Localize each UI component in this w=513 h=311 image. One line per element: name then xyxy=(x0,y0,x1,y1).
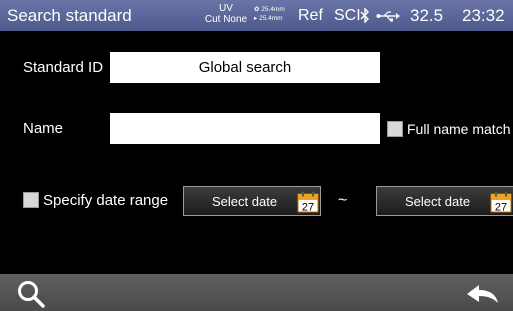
page-title: Search standard xyxy=(7,6,132,25)
standard-id-label: Standard ID xyxy=(23,59,104,76)
full-name-match-checkbox[interactable] xyxy=(387,121,403,137)
start-date-button[interactable]: Select date 27 xyxy=(183,186,321,216)
specify-date-range-checkbox[interactable] xyxy=(23,192,39,208)
aperture-indicator: ✿ 25.4mm ▸ 25.4mm xyxy=(254,5,285,23)
cut-label: Cut None xyxy=(204,14,248,25)
bluetooth-icon xyxy=(360,8,369,23)
date-range-separator: ~ xyxy=(338,192,348,209)
usb-icon xyxy=(376,11,400,22)
specify-date-range-label: Specify date range xyxy=(43,192,169,209)
uv-indicator: UV Cut None xyxy=(203,3,249,25)
aperture-bottom-value: 25.4mm xyxy=(259,15,283,22)
standard-id-input[interactable]: Global search xyxy=(110,52,380,83)
standard-id-value: Global search xyxy=(198,59,292,76)
calendar-day: 27 xyxy=(495,202,507,214)
search-icon[interactable] xyxy=(15,280,49,308)
full-name-match-label: Full name match xyxy=(407,121,511,137)
end-date-button[interactable]: Select date 27 xyxy=(376,186,513,216)
calendar-icon: 27 xyxy=(490,191,512,213)
status-bar: Search standard UV Cut None ✿ 25.4mm ▸ 2… xyxy=(0,0,513,31)
bottom-toolbar xyxy=(0,274,513,311)
clock: 23:32 xyxy=(462,6,505,25)
temperature-readout: 32.5 xyxy=(410,6,444,25)
aperture-icon: ✿ xyxy=(254,6,260,13)
uv-label: UV xyxy=(219,3,233,14)
measure-icon: ▸ xyxy=(254,15,258,22)
back-icon[interactable] xyxy=(465,283,499,305)
calendar-day: 27 xyxy=(302,202,314,214)
calendar-icon: 27 xyxy=(297,191,319,213)
name-input[interactable] xyxy=(110,113,380,144)
start-date-label: Select date xyxy=(212,194,278,209)
end-date-label: Select date xyxy=(405,194,471,209)
ref-indicator: Ref xyxy=(298,7,323,24)
sci-indicator: SCI xyxy=(334,7,361,24)
name-label: Name xyxy=(23,120,64,137)
aperture-top-value: 25.4mm xyxy=(261,6,285,13)
